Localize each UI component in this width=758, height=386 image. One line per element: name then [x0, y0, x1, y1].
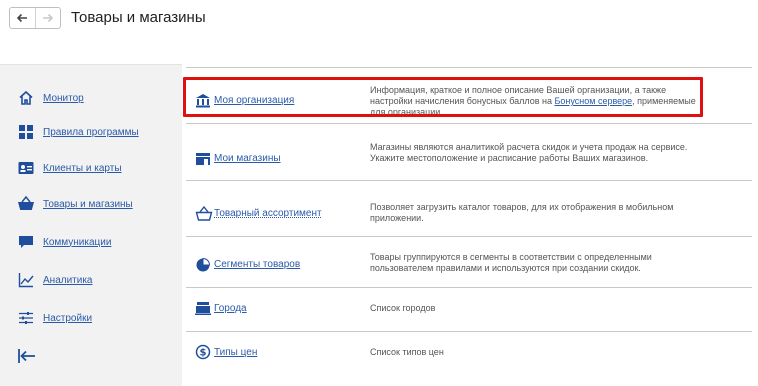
row-description: Позволяет загрузить каталог товаров, для… — [370, 202, 674, 223]
sidebar-item-label: Правила программы — [43, 126, 139, 138]
top-bar: Товары и магазины — [0, 0, 758, 42]
sidebar-item-goods[interactable]: Товары и магазины — [0, 189, 182, 219]
id-card-icon — [17, 159, 35, 177]
row-description: Магазины являются аналитикой расчета ски… — [370, 142, 688, 163]
basket-icon — [195, 205, 213, 224]
sidebar-item-settings[interactable]: Настройки — [0, 303, 182, 333]
city-icon — [195, 301, 213, 319]
nav-buttons — [9, 7, 61, 29]
store-icon — [195, 152, 213, 170]
line-chart-icon — [17, 271, 35, 289]
list-item: Товарный ассортимент Позволяет загрузить… — [186, 180, 752, 237]
sidebar-item-analytics[interactable]: Аналитика — [0, 265, 182, 295]
sidebar-item-label: Коммуникации — [43, 236, 112, 248]
sidebar: Монитор Правила программы Клиенты и карт… — [0, 64, 182, 386]
list-item: Мои магазины Магазины являются аналитико… — [186, 123, 752, 180]
sidebar-item-communications[interactable]: Коммуникации — [0, 227, 182, 257]
product-assortment-link[interactable]: Товарный ассортимент — [214, 208, 322, 219]
cities-link[interactable]: Города — [214, 303, 247, 314]
sidebar-item-monitor[interactable]: Монитор — [0, 83, 182, 113]
product-segments-link[interactable]: Сегменты товаров — [214, 259, 300, 270]
sliders-icon — [17, 309, 35, 327]
sidebar-item-label: Настройки — [43, 312, 93, 324]
home-icon — [17, 89, 35, 107]
list-item: $ Типы цен Список типов цен — [186, 331, 752, 382]
grid-icon — [17, 123, 35, 141]
my-stores-link[interactable]: Мои магазины — [214, 153, 281, 164]
list-item: Города Список городов — [186, 287, 752, 332]
highlight-box — [183, 77, 703, 117]
forward-button[interactable] — [36, 8, 61, 28]
page-title: Товары и магазины — [71, 9, 206, 26]
row-description: Список типов цен — [370, 347, 444, 357]
arrow-left-icon — [17, 13, 28, 23]
pie-chart-icon — [195, 257, 213, 275]
sidebar-item-label: Монитор — [43, 92, 84, 104]
list-item: Сегменты товаров Товары группируются в с… — [186, 236, 752, 288]
sidebar-item-label: Товары и магазины — [43, 198, 133, 210]
dollar-coin-icon: $ — [195, 344, 213, 362]
back-button[interactable] — [10, 8, 36, 28]
row-description: Товары группируются в сегменты в соответ… — [370, 252, 652, 273]
sidebar-item-label: Клиенты и карты — [43, 162, 122, 174]
shopping-basket-icon — [17, 195, 35, 213]
sidebar-item-label: Аналитика — [43, 274, 93, 286]
sidebar-item-clients[interactable]: Клиенты и карты — [0, 153, 182, 183]
arrow-right-icon — [42, 13, 53, 23]
sidebar-item-rules[interactable]: Правила программы — [0, 117, 182, 147]
exit-arrow-icon[interactable] — [17, 346, 37, 366]
svg-text:$: $ — [200, 348, 207, 359]
price-types-link[interactable]: Типы цен — [214, 347, 257, 358]
row-description: Список городов — [370, 303, 436, 313]
chat-icon — [17, 233, 35, 251]
